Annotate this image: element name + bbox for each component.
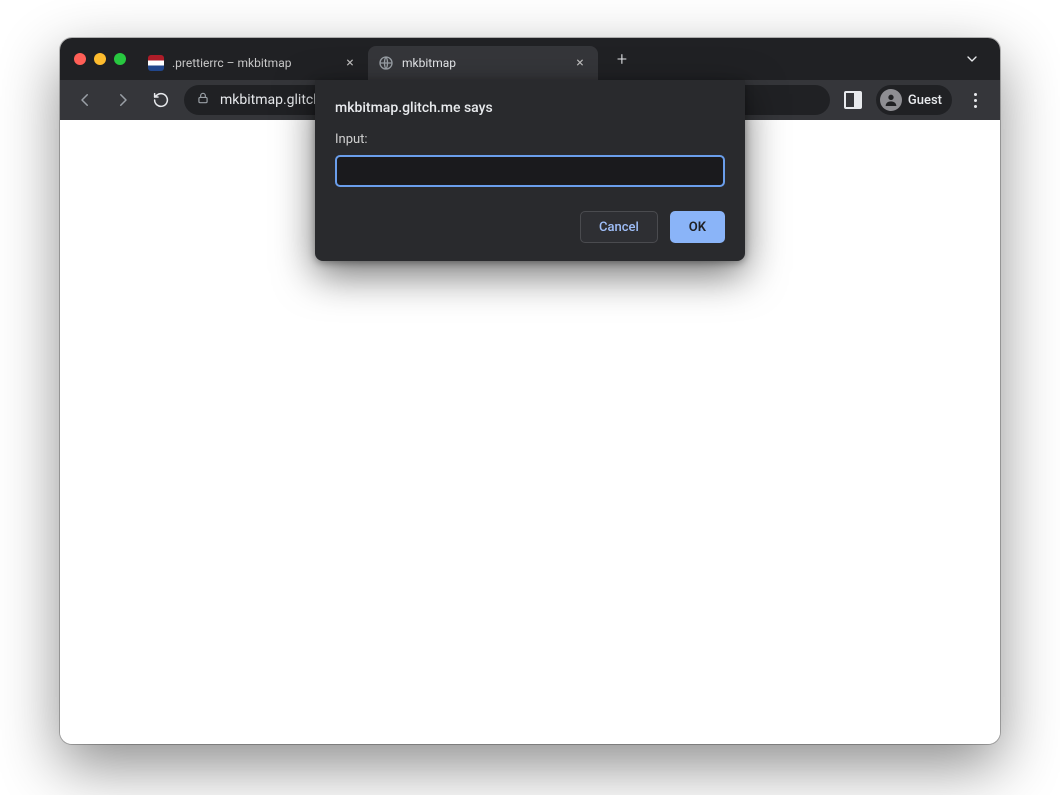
browser-window: .prettierrc – mkbitmap × mkbitmap × + bbox=[60, 38, 1000, 744]
dialog-title: mkbitmap.glitch.me says bbox=[335, 100, 725, 116]
globe-icon bbox=[378, 55, 394, 71]
profile-avatar-icon bbox=[880, 89, 902, 111]
lock-icon bbox=[196, 91, 210, 109]
side-panel-icon bbox=[844, 91, 862, 109]
ok-button[interactable]: OK bbox=[670, 211, 725, 243]
tab-label: .prettierrc – mkbitmap bbox=[172, 56, 334, 70]
dialog-prompt-label: Input: bbox=[335, 132, 725, 147]
browser-tab-0[interactable]: .prettierrc – mkbitmap × bbox=[138, 46, 368, 80]
tab-search-button[interactable] bbox=[960, 47, 984, 71]
window-titlebar: .prettierrc – mkbitmap × mkbitmap × + bbox=[60, 38, 1000, 80]
reload-button[interactable] bbox=[146, 85, 176, 115]
dialog-prompt-input[interactable] bbox=[335, 155, 725, 187]
favicon-icon bbox=[148, 55, 164, 71]
tab-strip: .prettierrc – mkbitmap × mkbitmap × + bbox=[138, 38, 952, 80]
back-button[interactable] bbox=[70, 85, 100, 115]
new-tab-button[interactable]: + bbox=[608, 45, 636, 73]
page-content: mkbitmap.glitch.me says Input: Cancel OK bbox=[60, 120, 1000, 744]
browser-tab-1[interactable]: mkbitmap × bbox=[368, 46, 598, 80]
dialog-button-row: Cancel OK bbox=[335, 211, 725, 243]
window-minimize-icon[interactable] bbox=[94, 53, 106, 65]
window-close-icon[interactable] bbox=[74, 53, 86, 65]
side-panel-button[interactable] bbox=[838, 85, 868, 115]
tab-label: mkbitmap bbox=[402, 56, 564, 70]
close-icon[interactable]: × bbox=[342, 55, 358, 71]
profile-button[interactable]: Guest bbox=[876, 85, 952, 115]
window-maximize-icon[interactable] bbox=[114, 53, 126, 65]
profile-label: Guest bbox=[908, 93, 942, 108]
cancel-button[interactable]: Cancel bbox=[580, 211, 658, 243]
window-traffic-lights bbox=[74, 53, 138, 65]
titlebar-right bbox=[952, 47, 992, 71]
close-icon[interactable]: × bbox=[572, 55, 588, 71]
js-prompt-dialog: mkbitmap.glitch.me says Input: Cancel OK bbox=[315, 80, 745, 261]
browser-menu-button[interactable] bbox=[960, 85, 990, 115]
forward-button[interactable] bbox=[108, 85, 138, 115]
